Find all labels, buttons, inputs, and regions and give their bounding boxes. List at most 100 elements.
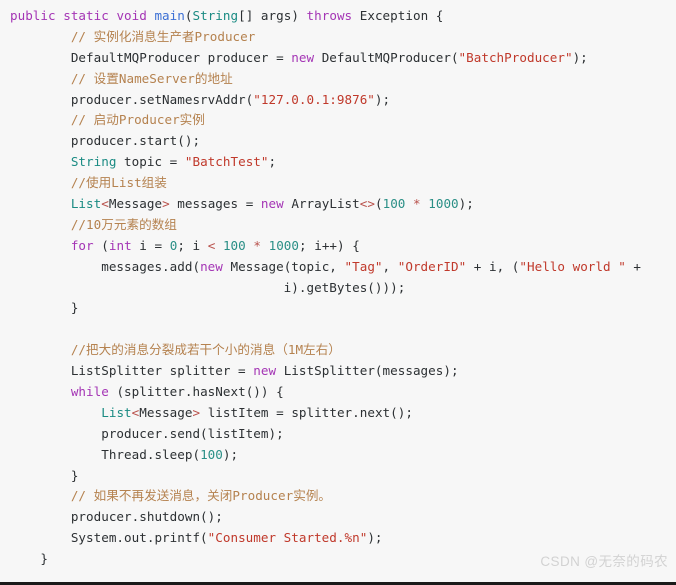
code-token-pln bbox=[10, 384, 71, 399]
code-token-num: 100 bbox=[222, 237, 246, 253]
code-token-op: > bbox=[192, 404, 208, 420]
code-token-kw: new bbox=[291, 49, 322, 65]
code-line: ListSplitter splitter = new ListSplitter… bbox=[0, 361, 676, 382]
code-token-pln: messages = bbox=[177, 196, 261, 212]
code-token-pln: topic = bbox=[124, 154, 185, 170]
code-token-pln: ); bbox=[458, 196, 474, 212]
code-token-pln: ); bbox=[572, 49, 588, 65]
code-token-pln: System.out.printf( bbox=[10, 530, 208, 546]
code-token-str: "OrderID" bbox=[397, 258, 467, 274]
code-token-kw: throws bbox=[306, 8, 360, 23]
code-token-pln: ListSplitter splitter = bbox=[10, 363, 254, 379]
code-line: String topic = "BatchTest"; bbox=[0, 152, 676, 173]
code-token-typ: List bbox=[101, 404, 132, 420]
code-token-pln: [] args) bbox=[238, 8, 307, 23]
code-token-pln: ; i bbox=[177, 237, 208, 253]
code-token-kw: new bbox=[260, 196, 292, 212]
code-token-pln: Message(topic, bbox=[230, 258, 345, 274]
code-token-pln: Message bbox=[139, 404, 193, 420]
code-token-pln: } bbox=[10, 300, 79, 316]
code-token-num: 100 bbox=[382, 196, 406, 212]
code-token-cmt: //使用List组装 bbox=[70, 175, 167, 191]
code-token-kw: public bbox=[10, 8, 64, 23]
code-token-kw: void bbox=[116, 8, 155, 23]
code-token-pln bbox=[215, 238, 223, 253]
code-token-num: 100 bbox=[200, 446, 223, 462]
code-token-pln bbox=[10, 488, 71, 503]
code-token-op: <> bbox=[359, 196, 375, 212]
code-token-cmt: // 如果不再发送消息，关闭Producer实例。 bbox=[70, 488, 332, 504]
code-line: while (splitter.hasNext()) { bbox=[0, 382, 676, 403]
code-token-pln: } bbox=[10, 467, 79, 483]
code-token-cmt: //把大的消息分裂成若干个小的消息（1M左右） bbox=[70, 342, 341, 358]
code-line: i).getBytes())); bbox=[0, 278, 676, 299]
code-token-kw: static bbox=[63, 8, 117, 23]
code-token-pln: ( bbox=[101, 237, 109, 253]
code-line: public static void main(String[] args) t… bbox=[0, 6, 676, 27]
code-token-pln: Exception { bbox=[359, 8, 444, 23]
code-token-pln: } bbox=[10, 551, 49, 567]
code-token-typ: String bbox=[192, 8, 239, 23]
code-token-pln: ); bbox=[222, 446, 239, 462]
code-token-pln: DefaultMQProducer producer = bbox=[10, 49, 292, 65]
code-line: // 实例化消息生产者Producer bbox=[0, 27, 676, 48]
code-token-pln bbox=[10, 175, 71, 190]
code-token-pln bbox=[10, 405, 101, 420]
code-token-pln: i).getBytes())); bbox=[10, 279, 406, 295]
code-token-op: > bbox=[162, 196, 178, 212]
code-token-pln: , bbox=[382, 258, 398, 274]
code-line: producer.setNamesrvAddr("127.0.0.1:9876"… bbox=[0, 90, 676, 111]
code-token-pln bbox=[10, 196, 71, 211]
code-token-pln bbox=[10, 154, 71, 169]
code-token-typ: List bbox=[70, 196, 102, 212]
code-token-pln bbox=[10, 217, 71, 232]
code-token-pln: ArrayList bbox=[291, 196, 360, 212]
code-token-kw: while bbox=[70, 384, 117, 400]
code-token-op: * bbox=[413, 196, 421, 212]
code-token-pln bbox=[10, 342, 71, 357]
code-line: } bbox=[0, 466, 676, 487]
code-token-str: "BatchProducer" bbox=[458, 49, 573, 65]
code-token-num: 1000 bbox=[428, 196, 459, 212]
code-token-kw: new bbox=[253, 363, 284, 379]
code-token-pln: producer.setNamesrvAddr( bbox=[10, 91, 254, 107]
code-token-cmt: // 设置NameServer的地址 bbox=[70, 70, 233, 86]
code-lines-container[interactable]: public static void main(String[] args) t… bbox=[0, 6, 676, 570]
code-line: producer.start(); bbox=[0, 131, 676, 152]
code-token-str: "BatchTest" bbox=[184, 154, 269, 170]
code-line: List<Message> listItem = splitter.next()… bbox=[0, 403, 676, 424]
code-token-pln: ); bbox=[367, 530, 383, 546]
code-token-pln: ); bbox=[374, 91, 391, 107]
code-token-kw: int bbox=[108, 237, 140, 253]
code-line: // 启动Producer实例 bbox=[0, 110, 676, 131]
code-token-cmt: // 启动Producer实例 bbox=[70, 112, 205, 128]
code-line: DefaultMQProducer producer = new Default… bbox=[0, 48, 676, 69]
code-token-pln: ; i++) { bbox=[299, 237, 360, 253]
code-line: producer.send(listItem); bbox=[0, 424, 676, 445]
code-token-pln bbox=[10, 29, 71, 44]
code-token-str: "Tag" bbox=[344, 258, 383, 274]
code-token-cmt: // 实例化消息生产者Producer bbox=[70, 28, 256, 44]
csdn-watermark: CSDN @无奈的码农 bbox=[540, 554, 668, 569]
code-line: Thread.sleep(100); bbox=[0, 445, 676, 466]
code-token-pln: ( bbox=[374, 196, 383, 212]
code-token-kw: for bbox=[70, 237, 102, 253]
code-line: producer.shutdown(); bbox=[0, 507, 676, 528]
code-token-str: "127.0.0.1:9876" bbox=[253, 91, 375, 107]
code-token-op: < bbox=[101, 196, 109, 212]
code-token-pln: i = bbox=[139, 237, 170, 253]
code-line: System.out.printf("Consumer Started.%n")… bbox=[0, 528, 676, 549]
code-token-typ: String bbox=[70, 154, 125, 170]
code-token-num: 1000 bbox=[268, 237, 300, 253]
code-token-cmt: //10万元素的数组 bbox=[70, 216, 177, 232]
code-token-pln: Message bbox=[108, 196, 163, 212]
code-token-fn: main bbox=[154, 8, 185, 23]
code-token-pln bbox=[261, 238, 269, 253]
code-line: } bbox=[0, 298, 676, 319]
code-token-op: * bbox=[253, 237, 261, 253]
code-token-pln: producer.start(); bbox=[10, 133, 201, 149]
code-token-pln: producer.send(listItem); bbox=[10, 425, 284, 441]
code-token-pln bbox=[10, 112, 71, 127]
code-token-pln: ListSplitter(messages); bbox=[283, 363, 459, 379]
